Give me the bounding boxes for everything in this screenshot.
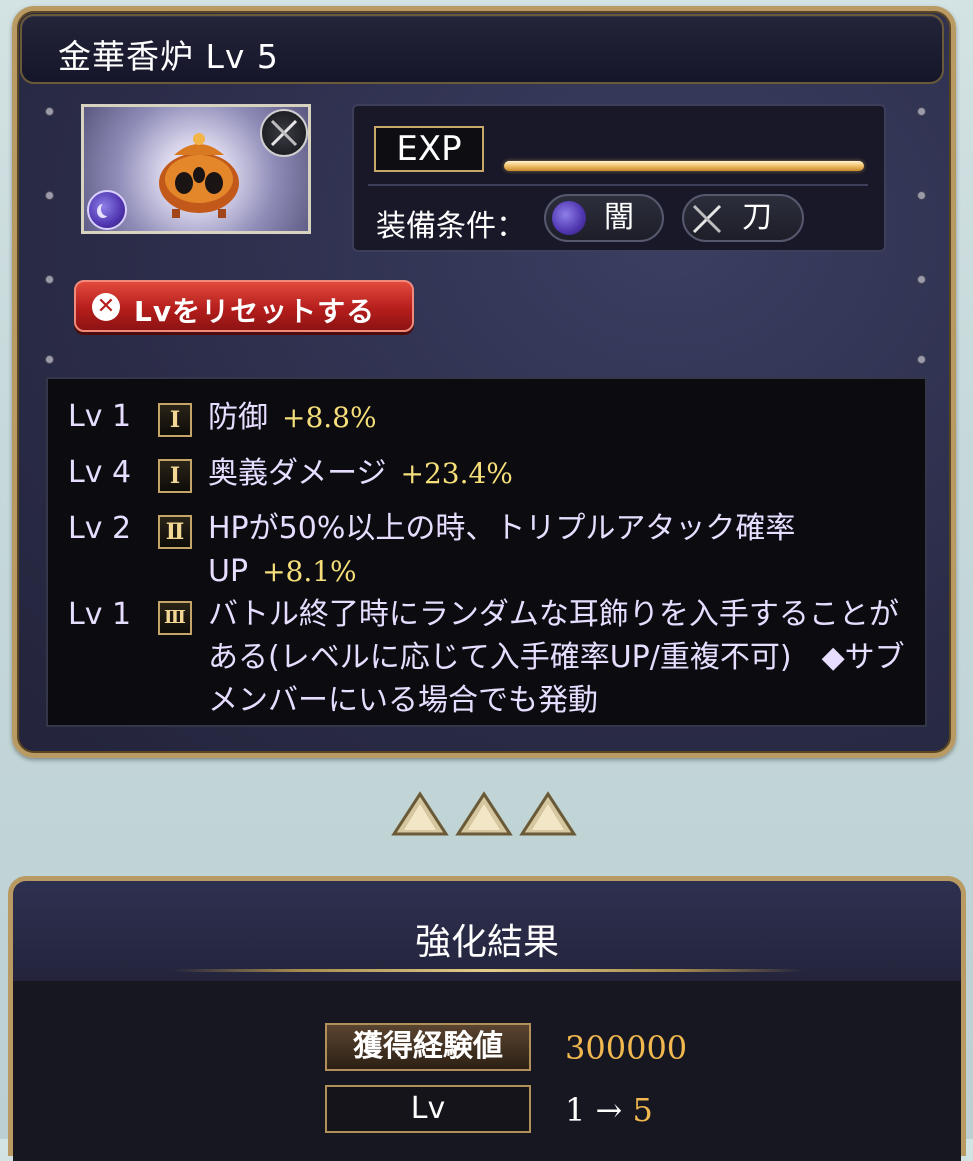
- result-title: 強化結果: [414, 922, 559, 963]
- exp-label: EXP: [374, 126, 484, 172]
- level-from: 1: [565, 1091, 586, 1129]
- skill-value: +8.1%: [262, 555, 357, 588]
- arrow-right-icon: →: [595, 1091, 623, 1129]
- rivet-decoration: [918, 276, 925, 283]
- skill-value: +23.4%: [400, 457, 513, 490]
- rivet-decoration: [918, 192, 925, 199]
- condition-katana: 刀: [682, 194, 804, 242]
- exp-gained-label: 獲得経験値: [325, 1023, 531, 1071]
- rank-gem-icon: [519, 791, 577, 836]
- item-image-frame: [81, 104, 311, 234]
- rivet-decoration: [46, 276, 53, 283]
- skill-value: +8.8%: [282, 401, 377, 434]
- skill-description: 奥義ダメージ +23.4%: [208, 456, 513, 491]
- skill-rank-badge: Ⅲ: [158, 601, 192, 635]
- skill-description: バトル終了時にランダムな耳飾りを入手することがある(レベルに応じて入手確率UP/…: [208, 597, 905, 718]
- level-change-value: 1 → 5: [565, 1091, 653, 1129]
- rivet-decoration: [918, 356, 925, 363]
- dark-element-icon: [552, 201, 586, 235]
- level-label: Lv: [325, 1085, 531, 1133]
- rivet-decoration: [46, 192, 53, 199]
- skill-level: Lv 2: [68, 511, 132, 546]
- skill-level: Lv 1: [68, 597, 132, 632]
- rivet-decoration: [46, 108, 53, 115]
- rank-gem-icon: [455, 791, 513, 836]
- incense-burner-image: [159, 133, 239, 218]
- skill-level: Lv 4: [68, 455, 132, 490]
- reset-level-label: Lvをリセットする: [134, 295, 376, 328]
- skills-list: Lv 1 Ⅰ 防御 +8.8% Lv 4 Ⅰ 奥義ダメージ +23.4% Lv 2 …: [46, 377, 927, 727]
- page-title: 金華香炉 Lv 5: [58, 37, 279, 76]
- rivet-decoration: [46, 356, 53, 363]
- condition-dark-element: 闇: [544, 194, 664, 242]
- katana-icon: [260, 109, 308, 157]
- condition-label: 闇: [604, 200, 634, 235]
- ornament-divider: [173, 969, 803, 972]
- rivet-decoration: [918, 108, 925, 115]
- equip-condition-label: 装備条件：: [376, 209, 526, 244]
- title-bar: 金華香炉 Lv 5: [20, 14, 944, 84]
- dark-element-icon: [87, 190, 127, 230]
- level-to: 5: [632, 1091, 653, 1129]
- condition-label: 刀: [742, 200, 772, 235]
- enhance-result-panel: 強化結果 獲得経験値 300000 Lv 1 → 5: [8, 876, 966, 1161]
- reset-level-button[interactable]: ✕ Lvをリセットする: [74, 280, 414, 332]
- rank-gem-icon: [391, 791, 449, 836]
- exp-progress-bar: [504, 161, 864, 171]
- divider: [368, 184, 868, 186]
- skill-rank-badge: Ⅰ: [158, 403, 192, 437]
- result-body: 獲得経験値 300000 Lv 1 → 5: [13, 981, 961, 1161]
- skill-level: Lv 1: [68, 399, 132, 434]
- close-circle-icon: ✕: [92, 293, 120, 321]
- katana-icon: [692, 204, 722, 234]
- skill-rank-badge: Ⅰ: [158, 459, 192, 493]
- exp-gained-value: 300000: [565, 1029, 688, 1067]
- skill-description: 防御 +8.8%: [208, 400, 377, 435]
- skill-rank-badge: Ⅱ: [158, 515, 192, 549]
- exp-info-box: EXP 装備条件： 闇 刀: [352, 104, 886, 252]
- skill-description: HPが50%以上の時、トリプルアタック確率UP +8.1%: [208, 511, 796, 589]
